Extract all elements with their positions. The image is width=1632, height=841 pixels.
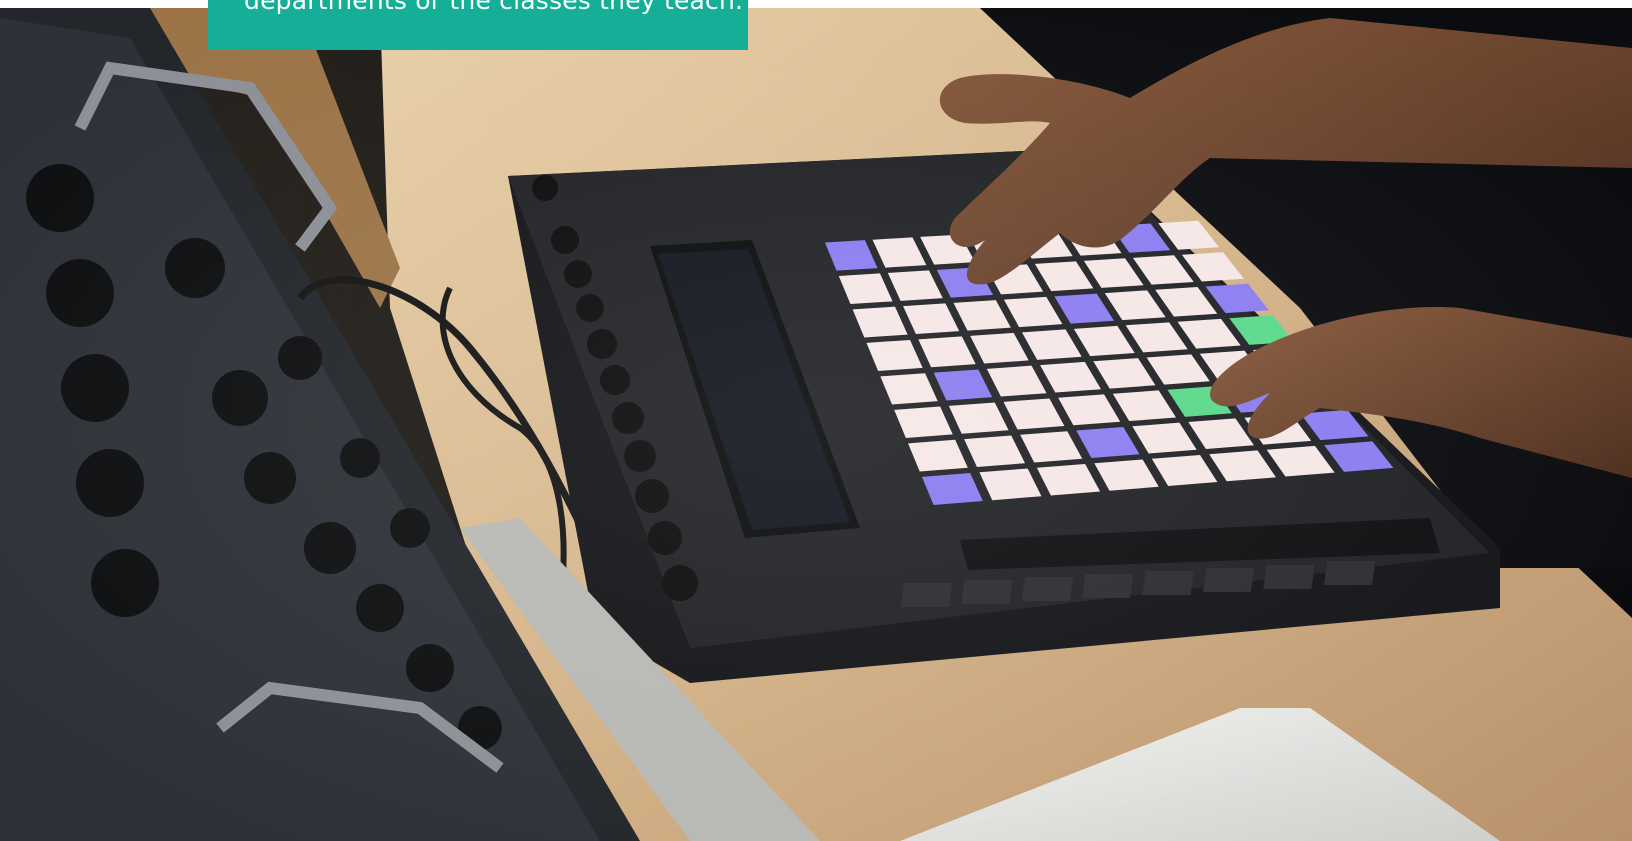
hero-photo <box>0 8 1632 841</box>
music-controller-photo <box>0 8 1632 841</box>
page: departments or the classes they teach. <box>0 0 1632 841</box>
callout-text: departments or the classes they teach. <box>244 0 744 15</box>
callout-banner: departments or the classes they teach. <box>208 0 748 50</box>
